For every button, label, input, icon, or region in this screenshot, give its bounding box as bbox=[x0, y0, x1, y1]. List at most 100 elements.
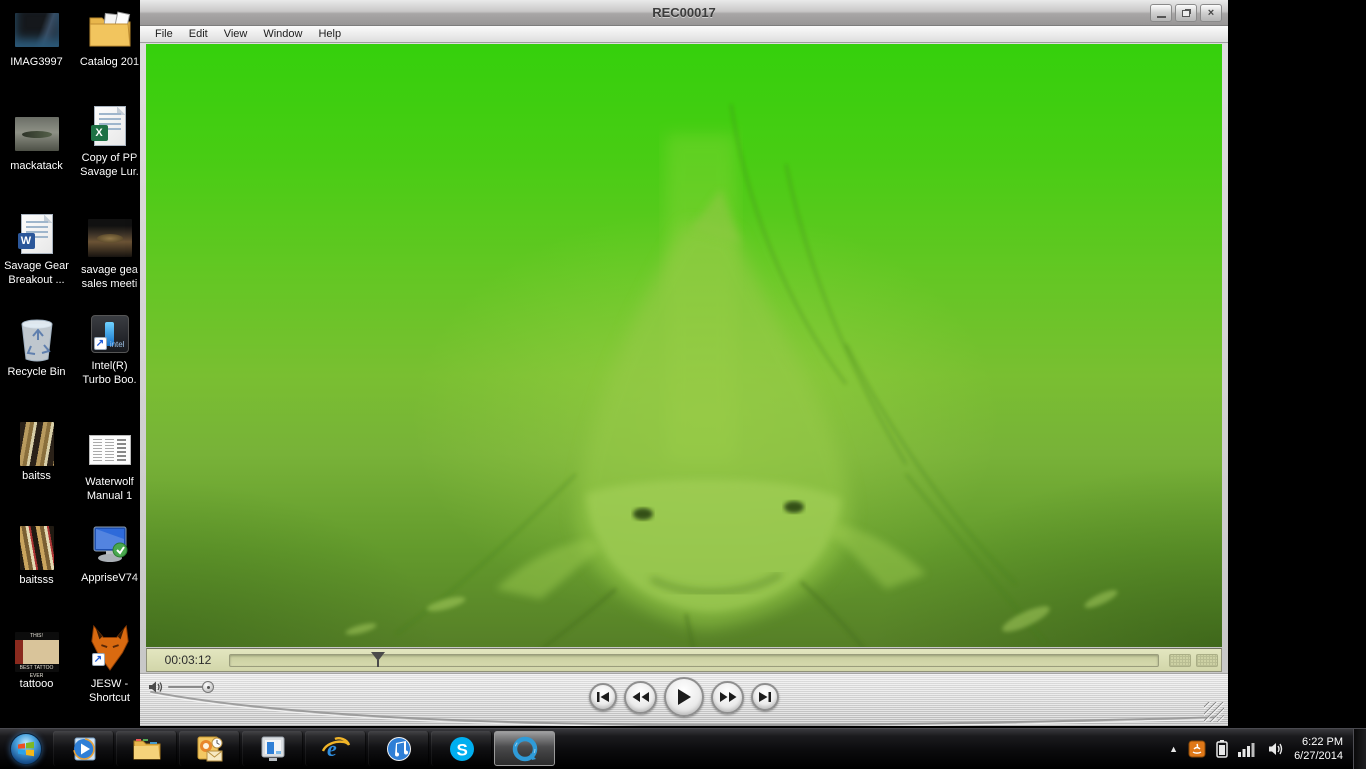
icon-label: Catalog 201 bbox=[73, 55, 146, 69]
play-button[interactable] bbox=[664, 677, 704, 717]
menu-bar: File Edit View Window Help bbox=[140, 26, 1228, 43]
desktop-icon-excel-file[interactable]: X Copy of PP Savage Lur. bbox=[73, 104, 146, 179]
taskbar-app-outlook[interactable] bbox=[179, 731, 240, 766]
desktop-icon-tattooo[interactable]: THIS! BEST TATTOO EVER tattooo bbox=[0, 630, 73, 691]
desktop-icon-baitsss[interactable]: baitsss bbox=[0, 526, 73, 587]
window-title: REC00017 bbox=[652, 5, 716, 20]
start-button[interactable] bbox=[0, 729, 52, 768]
itunes-icon bbox=[385, 735, 413, 763]
taskbar-app-itunes[interactable] bbox=[368, 731, 429, 766]
taskbar-app-media-player[interactable] bbox=[53, 731, 114, 766]
monitor-app-icon bbox=[88, 524, 132, 568]
volume-tray-icon[interactable] bbox=[1268, 741, 1284, 757]
photo-thumbnail-icon bbox=[15, 422, 59, 466]
photo-thumbnail-icon: THIS! BEST TATTOO EVER bbox=[15, 630, 59, 674]
close-button[interactable]: × bbox=[1200, 4, 1222, 22]
show-desktop-button[interactable] bbox=[1353, 729, 1366, 769]
timeline-bar: 00:03:12 bbox=[146, 648, 1222, 672]
system-tray: ▲ bbox=[1169, 729, 1353, 768]
skype-icon: S bbox=[448, 735, 476, 763]
quicktime-icon bbox=[511, 735, 539, 763]
svg-text:S: S bbox=[456, 740, 467, 759]
icon-label: mackatack bbox=[0, 159, 73, 173]
tray-time: 6:22 PM bbox=[1294, 735, 1343, 749]
seek-track[interactable] bbox=[229, 654, 1159, 667]
internet-explorer-icon: e bbox=[321, 735, 351, 763]
selection-grip[interactable] bbox=[1196, 654, 1218, 667]
icon-label: Waterwolf Manual 1 bbox=[73, 475, 146, 503]
resize-grip[interactable] bbox=[1204, 702, 1224, 722]
desktop-icon-waterwolf-manual[interactable]: Waterwolf Manual 1 bbox=[73, 428, 146, 503]
taskbar: e S ▲ bbox=[0, 728, 1366, 768]
battery-icon[interactable] bbox=[1216, 740, 1228, 758]
menu-help[interactable]: Help bbox=[311, 27, 348, 41]
rewind-button[interactable] bbox=[624, 681, 657, 714]
explorer-folder-icon bbox=[132, 736, 162, 762]
shortcut-arrow-badge: ↗ bbox=[94, 337, 107, 350]
photo-thumbnail-icon bbox=[15, 112, 59, 156]
photo-thumbnail-icon bbox=[15, 8, 59, 52]
desktop-icon-imag3997[interactable]: IMAG3997 bbox=[0, 8, 73, 69]
tray-app-orange-icon[interactable] bbox=[1188, 740, 1206, 758]
network-signal-icon[interactable] bbox=[1238, 741, 1258, 757]
desktop-icon-jesw[interactable]: ↗ JESW - Shortcut bbox=[73, 622, 146, 705]
media-player-icon bbox=[70, 735, 98, 763]
document-preview-icon bbox=[88, 428, 132, 472]
icon-label: baitsss bbox=[0, 573, 73, 587]
taskbar-app-internet-explorer[interactable]: e bbox=[305, 731, 366, 766]
windows-logo-icon bbox=[10, 733, 42, 765]
desktop-icon-baitss[interactable]: baitss bbox=[0, 422, 73, 483]
intel-turbo-boost-icon: intel ↗ bbox=[88, 312, 132, 356]
minimize-button[interactable] bbox=[1150, 4, 1172, 22]
selection-grips bbox=[1169, 654, 1218, 667]
control-deck bbox=[140, 673, 1228, 726]
taskbar-app-explorer[interactable] bbox=[116, 731, 177, 766]
go-to-end-button[interactable] bbox=[751, 683, 779, 711]
shortcut-arrow-badge: ↗ bbox=[92, 653, 105, 666]
menu-view[interactable]: View bbox=[217, 27, 255, 41]
restore-button[interactable] bbox=[1175, 4, 1197, 22]
fox-shortcut-icon: ↗ bbox=[88, 622, 132, 674]
icon-label: baitss bbox=[0, 469, 73, 483]
icon-label: JESW - Shortcut bbox=[73, 677, 146, 705]
system-monitor-icon bbox=[259, 735, 287, 763]
menu-file[interactable]: File bbox=[148, 27, 180, 41]
desktop-icon-mackatack[interactable]: mackatack bbox=[0, 112, 73, 173]
desktop-icon-apprise[interactable]: AppriseV74 bbox=[73, 524, 146, 585]
go-to-start-button[interactable] bbox=[589, 683, 617, 711]
transport-controls bbox=[140, 677, 1228, 717]
tray-date: 6/27/2014 bbox=[1294, 749, 1343, 763]
selection-grip[interactable] bbox=[1169, 654, 1191, 667]
photo-thumbnail-icon bbox=[88, 216, 132, 260]
desktop-icon-catalog[interactable]: Catalog 201 bbox=[73, 8, 146, 69]
timecode-display: 00:03:12 bbox=[147, 653, 229, 667]
desktop-icon-word-file[interactable]: W Savage Gear Breakout ... bbox=[0, 212, 73, 287]
icon-label: IMAG3997 bbox=[0, 55, 73, 69]
outlook-icon bbox=[196, 735, 224, 763]
icon-label: Copy of PP Savage Lur. bbox=[73, 151, 146, 179]
recycle-bin-icon bbox=[15, 318, 59, 362]
taskbar-app-quicktime[interactable] bbox=[494, 731, 555, 766]
word-file-icon: W bbox=[15, 212, 59, 256]
taskbar-app-skype[interactable]: S bbox=[431, 731, 492, 766]
menu-edit[interactable]: Edit bbox=[182, 27, 215, 41]
hidden-icons-arrow[interactable]: ▲ bbox=[1169, 744, 1178, 754]
underwater-catfish-scene bbox=[146, 44, 1222, 647]
folder-icon bbox=[88, 8, 132, 52]
desktop-icon-savage-photo[interactable]: savage gea sales meeti bbox=[73, 216, 146, 291]
fast-forward-button[interactable] bbox=[711, 681, 744, 714]
icon-label: Savage Gear Breakout ... bbox=[0, 259, 73, 287]
icon-label: Intel(R) Turbo Boo. bbox=[73, 359, 146, 387]
playhead-marker[interactable] bbox=[371, 652, 385, 668]
video-frame[interactable] bbox=[146, 44, 1222, 647]
title-bar[interactable]: REC00017 × bbox=[140, 0, 1228, 26]
excel-file-icon: X bbox=[88, 104, 132, 148]
desktop-icon-intel-turbo[interactable]: intel ↗ Intel(R) Turbo Boo. bbox=[73, 312, 146, 387]
photo-thumbnail-icon bbox=[15, 526, 59, 570]
desktop: IMAG3997 Catalog 201 mackatack X Copy of… bbox=[0, 0, 146, 726]
icon-label: Recycle Bin bbox=[0, 365, 73, 379]
taskbar-app-system-monitor[interactable] bbox=[242, 731, 303, 766]
tray-clock[interactable]: 6:22 PM 6/27/2014 bbox=[1294, 735, 1349, 763]
menu-window[interactable]: Window bbox=[256, 27, 309, 41]
desktop-icon-recycle-bin[interactable]: Recycle Bin bbox=[0, 318, 73, 379]
